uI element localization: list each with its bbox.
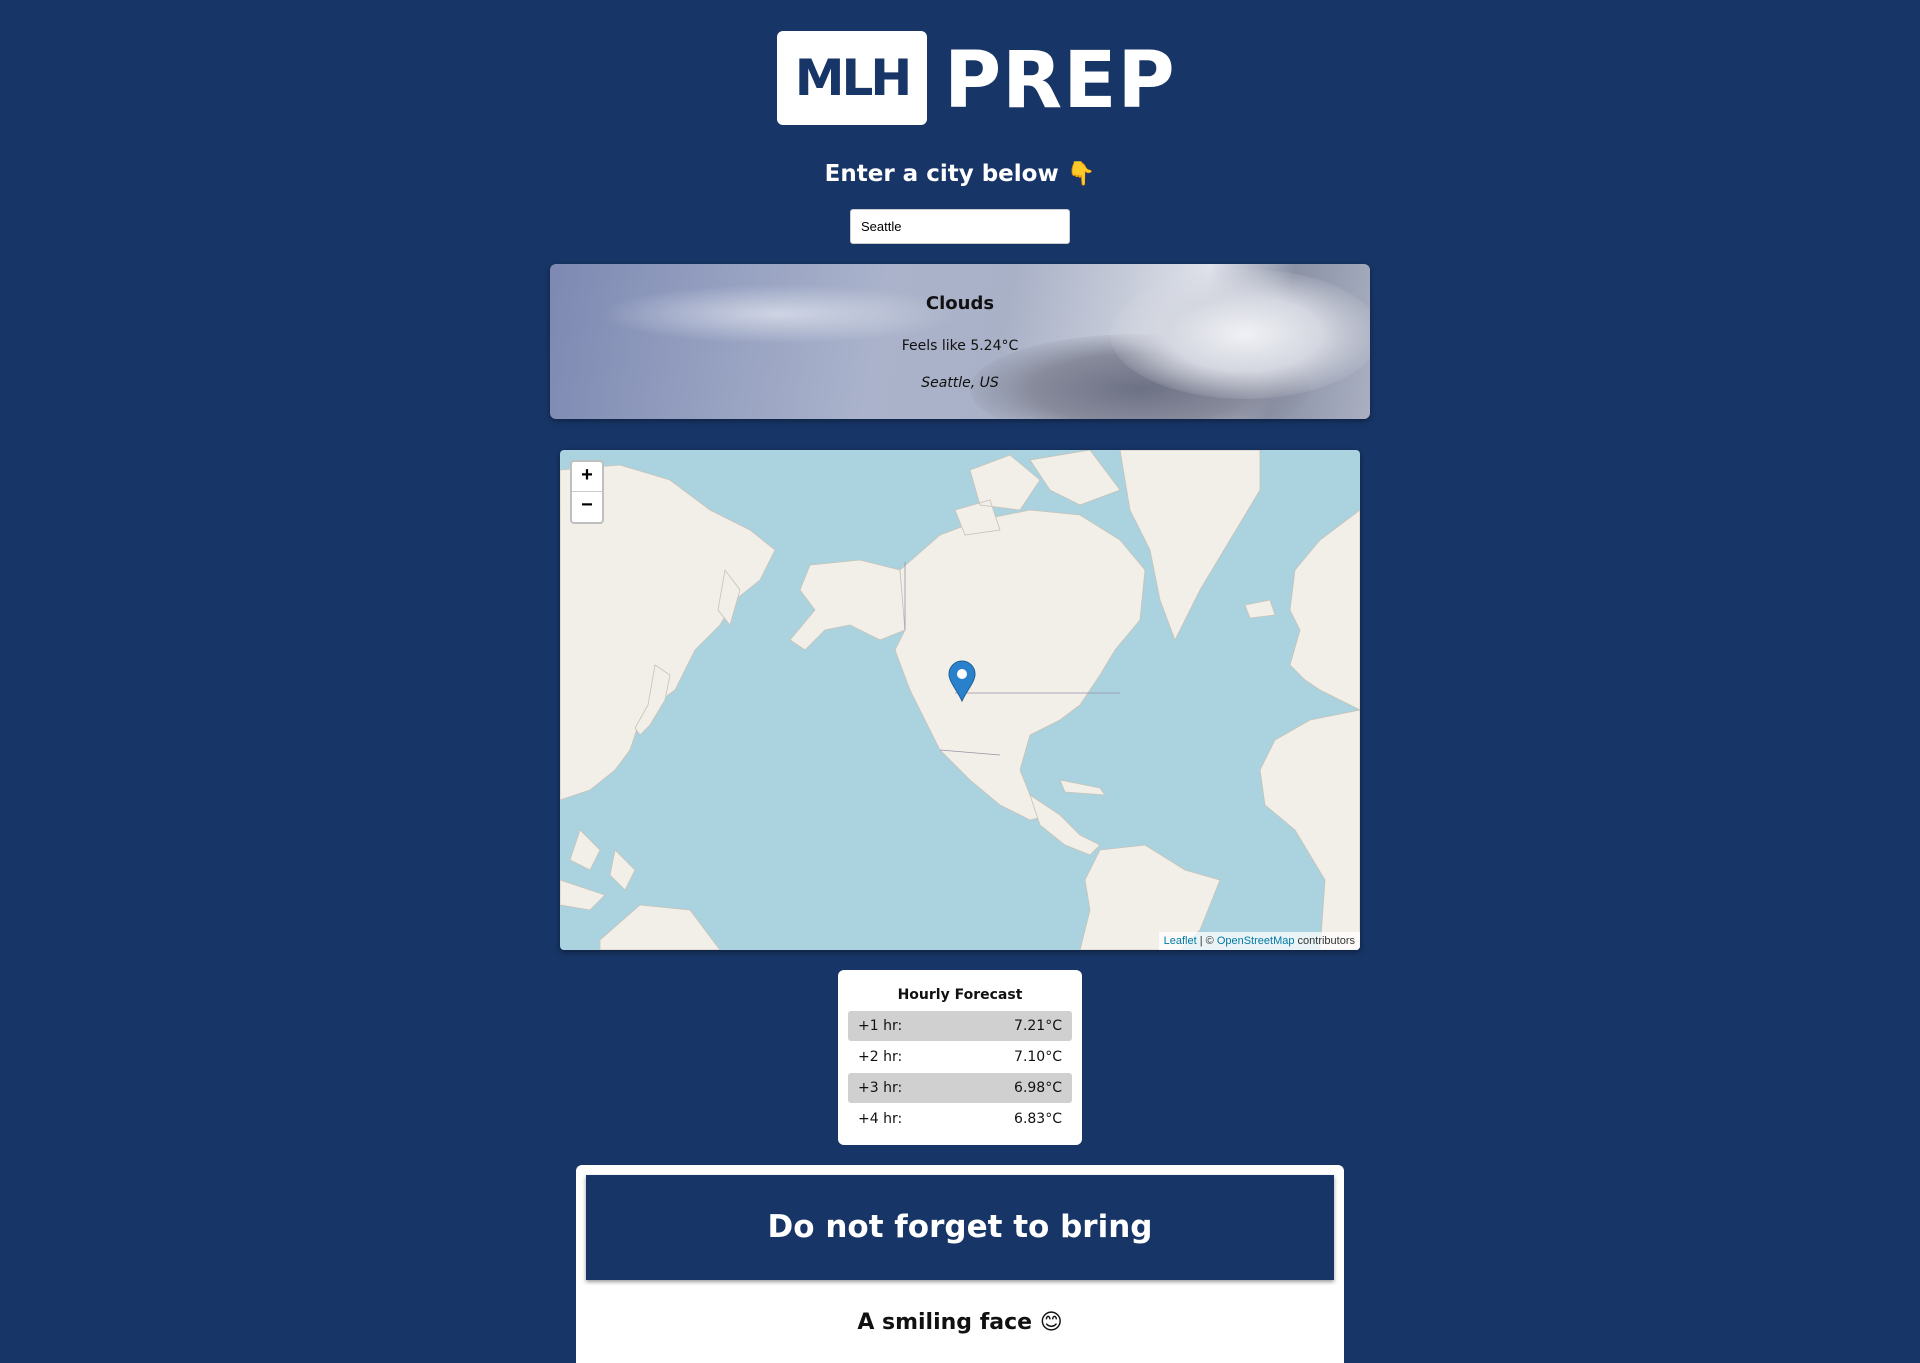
forecast-temp: 6.83°C: [1014, 1111, 1062, 1127]
forecast-row: +1 hr: 7.21°C: [848, 1011, 1072, 1041]
bring-items-card: Do not forget to bring A smiling face 😊: [576, 1165, 1344, 1363]
forecast-row: +3 hr: 6.98°C: [848, 1073, 1072, 1103]
landmass-australia: [599, 904, 721, 950]
weather-location: Seattle, US: [921, 375, 999, 391]
forecast-temp: 7.10°C: [1014, 1049, 1062, 1065]
city-prompt-heading: Enter a city below 👇: [824, 161, 1096, 187]
forecast-hour: +3 hr:: [858, 1080, 903, 1096]
landmass-central-america: [1029, 779, 1106, 856]
forecast-hour: +2 hr:: [858, 1049, 903, 1065]
mlh-logo-box: MLH: [777, 31, 927, 125]
weather-card: Clouds Feels like 5.24°C Seattle, US: [550, 264, 1370, 419]
forecast-hour: +1 hr:: [858, 1018, 903, 1034]
feels-like-temperature: Feels like 5.24°C: [901, 338, 1019, 354]
city-search-input[interactable]: [850, 209, 1070, 244]
map-pin-icon[interactable]: [947, 660, 977, 702]
mlh-prep-logo: MLH PREP: [777, 31, 1175, 126]
leaflet-link[interactable]: Leaflet: [1164, 935, 1197, 947]
landmass-africa: [1259, 709, 1360, 950]
forecast-temp: 6.98°C: [1014, 1080, 1062, 1096]
landmass-north-america: [894, 509, 1146, 821]
landmass-europe: [1289, 509, 1360, 711]
forecast-row: +4 hr: 6.83°C: [848, 1104, 1072, 1134]
bring-item: A smiling face 😊: [857, 1310, 1063, 1335]
map-attribution: Leaflet | © OpenStreetMap contributors: [1158, 932, 1360, 950]
attribution-separator: | ©: [1196, 935, 1217, 947]
openstreetmap-link[interactable]: OpenStreetMap: [1217, 935, 1295, 947]
bring-title: Do not forget to bring: [767, 1209, 1153, 1245]
landmass-alaska: [789, 559, 906, 651]
zoom-control: + −: [570, 460, 604, 524]
prep-logo-text: PREP: [944, 36, 1176, 126]
zoom-in-button[interactable]: +: [572, 462, 602, 492]
weather-condition: Clouds: [925, 293, 995, 314]
zoom-out-button[interactable]: −: [572, 492, 602, 522]
hourly-forecast-card: Hourly Forecast +1 hr: 7.21°C +2 hr: 7.1…: [838, 970, 1082, 1145]
forecast-temp: 7.21°C: [1014, 1018, 1062, 1034]
mlh-logo-text: MLH: [794, 49, 912, 107]
forecast-hour: +4 hr:: [858, 1111, 903, 1127]
attribution-contributors: contributors: [1294, 935, 1355, 947]
landmass-islands: [560, 829, 636, 911]
forecast-title: Hourly Forecast: [897, 987, 1023, 1003]
forecast-row: +2 hr: 7.10°C: [848, 1042, 1072, 1072]
leaflet-map[interactable]: + − Leaflet | © OpenStreetMap contributo…: [560, 450, 1360, 950]
landmass-iceland: [1244, 599, 1276, 619]
bring-header: Do not forget to bring: [586, 1175, 1334, 1280]
